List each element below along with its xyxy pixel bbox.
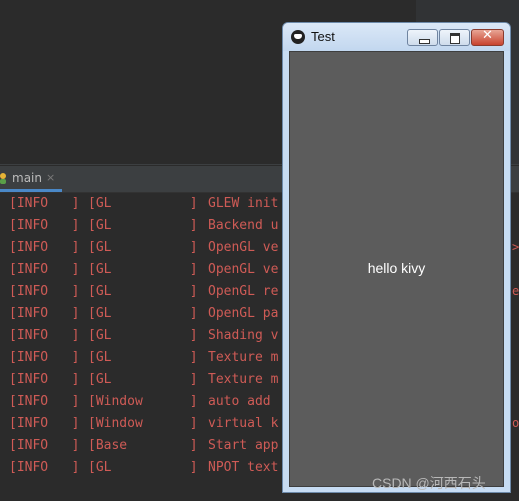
window-title: Test bbox=[311, 29, 335, 44]
log-message: Texture m bbox=[208, 350, 279, 365]
log-module: [GL ] bbox=[88, 196, 198, 211]
log-level: [INFO ] bbox=[9, 196, 80, 211]
log-module: [GL ] bbox=[88, 460, 198, 475]
log-level: [INFO ] bbox=[9, 240, 80, 255]
close-tab-icon[interactable]: × bbox=[46, 171, 55, 184]
log-message: Shading v bbox=[208, 328, 279, 343]
maximize-button[interactable] bbox=[439, 29, 470, 46]
log-module: [GL ] bbox=[88, 350, 198, 365]
log-message: Texture m bbox=[208, 372, 279, 387]
log-module: [Window ] bbox=[88, 416, 198, 431]
log-module: [Base ] bbox=[88, 438, 198, 453]
run-tab-label: main bbox=[12, 170, 42, 185]
clipped-text: > bbox=[512, 240, 519, 254]
log-message: OpenGL pa bbox=[208, 306, 279, 321]
log-level: [INFO ] bbox=[9, 284, 80, 299]
close-window-button[interactable]: ✕ bbox=[471, 28, 504, 46]
log-message: virtual k bbox=[208, 416, 279, 431]
python-run-icon bbox=[0, 172, 8, 184]
log-message: GLEW init bbox=[208, 196, 279, 211]
log-module: [GL ] bbox=[88, 372, 198, 387]
log-level: [INFO ] bbox=[9, 372, 80, 387]
window-canvas[interactable]: hello kivy bbox=[289, 51, 504, 487]
log-level: [INFO ] bbox=[9, 218, 80, 233]
log-level: [INFO ] bbox=[9, 262, 80, 277]
log-level: [INFO ] bbox=[9, 416, 80, 431]
log-module: [GL ] bbox=[88, 262, 198, 277]
log-module: [GL ] bbox=[88, 306, 198, 321]
log-module: [GL ] bbox=[88, 284, 198, 299]
log-module: [GL ] bbox=[88, 240, 198, 255]
log-module: [GL ] bbox=[88, 328, 198, 343]
run-tab-main[interactable]: main × bbox=[0, 166, 62, 192]
log-level: [INFO ] bbox=[9, 438, 80, 453]
clipped-text: o bbox=[512, 416, 519, 430]
kivy-window: Test ✕ hello kivy bbox=[282, 22, 511, 493]
log-message: OpenGL re bbox=[208, 284, 279, 299]
log-level: [INFO ] bbox=[9, 394, 80, 409]
close-icon: ✕ bbox=[482, 28, 493, 43]
minimize-button[interactable] bbox=[407, 29, 438, 46]
log-module: [GL ] bbox=[88, 218, 198, 233]
log-level: [INFO ] bbox=[9, 460, 80, 475]
log-message: auto add bbox=[208, 394, 271, 409]
watermark: CSDN @河西石头 bbox=[372, 475, 486, 491]
log-message: NPOT text bbox=[208, 460, 279, 475]
hello-label: hello kivy bbox=[367, 260, 426, 276]
log-message: OpenGL ve bbox=[208, 262, 279, 277]
kivy-app-icon bbox=[291, 30, 305, 44]
log-level: [INFO ] bbox=[9, 328, 80, 343]
log-message: Backend u bbox=[208, 218, 279, 233]
log-message: Start app bbox=[208, 438, 279, 453]
clipped-text: e bbox=[512, 284, 519, 298]
log-module: [Window ] bbox=[88, 394, 198, 409]
log-level: [INFO ] bbox=[9, 306, 80, 321]
log-message: OpenGL ve bbox=[208, 240, 279, 255]
window-title-bar[interactable]: Test ✕ bbox=[283, 23, 510, 51]
log-level: [INFO ] bbox=[9, 350, 80, 365]
